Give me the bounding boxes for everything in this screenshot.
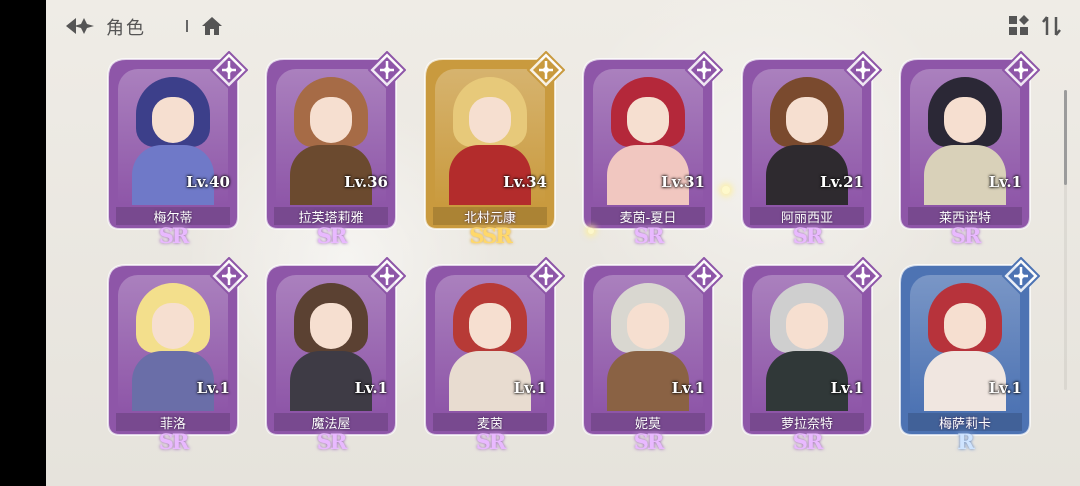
- portrait-face: [310, 97, 352, 143]
- rarity-badge: SR: [792, 223, 824, 248]
- crest-icon: [684, 256, 724, 296]
- rarity-badge: R: [957, 429, 974, 454]
- spear-emblem-icon: [684, 50, 724, 90]
- back-arrow-icon[interactable]: [64, 14, 98, 38]
- character-level: Lv.1: [513, 379, 547, 397]
- character-level: Lv.34: [503, 173, 547, 191]
- character-level: Lv.36: [344, 173, 388, 191]
- portrait-face: [786, 97, 828, 143]
- rarity-badge: SR: [633, 223, 665, 248]
- sword-emblem-icon: [367, 50, 407, 90]
- character-level: Lv.1: [671, 379, 705, 397]
- rarity-badge: SR: [316, 223, 348, 248]
- character-level: Lv.1: [196, 379, 230, 397]
- crest-icon: [1001, 256, 1041, 296]
- character-card[interactable]: Lv.34 北村元康 SSR: [423, 50, 566, 248]
- sparkle-effect: [588, 228, 594, 234]
- page-title: 角色: [106, 18, 146, 39]
- left-black-bar: [0, 0, 46, 486]
- scrollbar-thumb[interactable]: [1064, 90, 1067, 185]
- rarity-badge: SSR: [469, 223, 512, 248]
- rarity-badge: SR: [158, 223, 190, 248]
- character-level: Lv.31: [661, 173, 705, 191]
- crest-icon: [1001, 50, 1041, 90]
- portrait-face: [944, 97, 986, 143]
- character-card[interactable]: Lv.31 麦茵-夏日 SR: [581, 50, 724, 248]
- home-icon[interactable]: [200, 14, 224, 38]
- character-level: Lv.1: [988, 173, 1022, 191]
- character-card[interactable]: Lv.1 妮莫 SR: [581, 256, 724, 454]
- rarity-badge: SR: [633, 429, 665, 454]
- grid-layout-icon[interactable]: [1008, 15, 1030, 37]
- character-card[interactable]: Lv.1 魔法屋 SR: [264, 256, 407, 454]
- character-level: Lv.40: [186, 173, 230, 191]
- character-card[interactable]: Lv.21 阿丽西亚 SR: [740, 50, 883, 248]
- portrait-face: [310, 303, 352, 349]
- rarity-badge: SR: [950, 223, 982, 248]
- character-level: Lv.1: [830, 379, 864, 397]
- sort-icon[interactable]: [1040, 14, 1064, 38]
- spear-emblem-icon: [526, 50, 566, 90]
- portrait-face: [469, 97, 511, 143]
- crest-icon: [367, 256, 407, 296]
- portrait-face: [627, 303, 669, 349]
- spear-emblem-icon: [843, 50, 883, 90]
- rarity-badge: SR: [792, 429, 824, 454]
- character-level: Lv.1: [354, 379, 388, 397]
- portrait-face: [469, 303, 511, 349]
- character-card[interactable]: Lv.40 梅尔蒂 SR: [106, 50, 249, 248]
- crest-icon: [209, 50, 249, 90]
- rarity-badge: SR: [475, 429, 507, 454]
- spear-emblem-icon: [526, 256, 566, 296]
- spear-emblem-icon: [843, 256, 883, 296]
- rarity-badge: SR: [316, 429, 348, 454]
- portrait-face: [944, 303, 986, 349]
- character-card[interactable]: Lv.1 麦茵 SR: [423, 256, 566, 454]
- portrait-face: [152, 303, 194, 349]
- title-divider: [186, 20, 188, 32]
- character-card[interactable]: Lv.1 莱西诺特 SR: [898, 50, 1041, 248]
- character-level: Lv.1: [988, 379, 1022, 397]
- character-card[interactable]: Lv.1 菲洛 SR: [106, 256, 249, 454]
- character-level: Lv.21: [820, 173, 864, 191]
- character-card[interactable]: Lv.1 梅萨莉卡 R: [898, 256, 1041, 454]
- portrait-face: [786, 303, 828, 349]
- sparkle-effect: [722, 186, 730, 194]
- character-card[interactable]: Lv.1 萝拉奈特 SR: [740, 256, 883, 454]
- spear-emblem-icon: [209, 256, 249, 296]
- character-card[interactable]: Lv.36 拉芙塔莉雅 SR: [264, 50, 407, 248]
- portrait-face: [627, 97, 669, 143]
- top-bar: 角色: [46, 0, 1080, 52]
- rarity-badge: SR: [158, 429, 190, 454]
- portrait-face: [152, 97, 194, 143]
